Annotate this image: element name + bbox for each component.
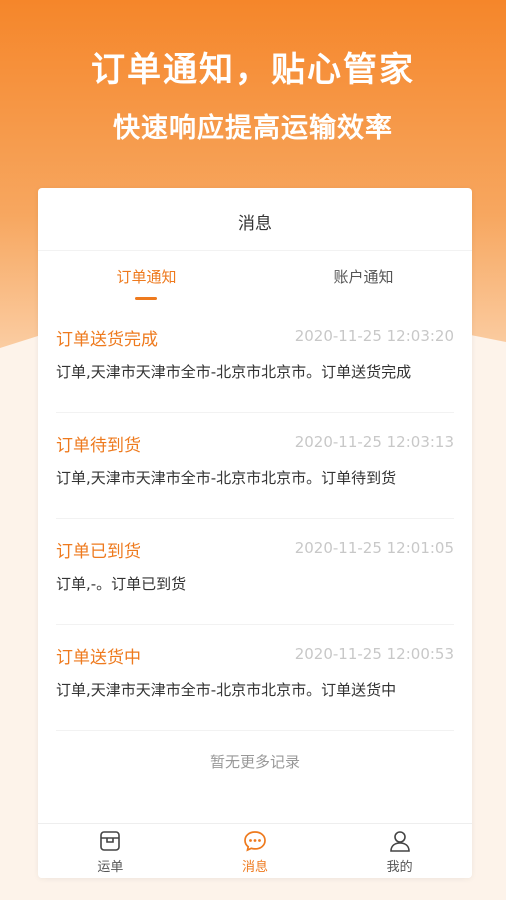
active-tab-indicator — [135, 297, 157, 300]
page-title: 消息 — [38, 188, 472, 251]
hero-subtitle: 快速响应提高运输效率 — [113, 113, 393, 144]
message-title: 订单送货中 — [56, 648, 141, 668]
message-time: 2020-11-25 12:00:53 — [294, 645, 454, 663]
message-body: 订单,天津市天津市全市-北京市北京市。订单待到货 — [56, 469, 397, 487]
message-item[interactable]: 订单送货完成 2020-11-25 12:03:20 订单,天津市天津市全市-北… — [56, 307, 454, 413]
tabbar-label: 消息 — [242, 860, 269, 875]
no-more-records: 暂无更多记录 — [209, 753, 300, 771]
message-title: 订单送货完成 — [56, 330, 158, 350]
tabbar-label: 我的 — [386, 860, 413, 875]
message-title: 订单已到货 — [56, 542, 141, 562]
message-body: 订单,天津市天津市全市-北京市北京市。订单送货完成 — [56, 363, 412, 381]
message-time: 2020-11-25 12:03:20 — [294, 327, 454, 345]
message-body: 订单,天津市天津市全市-北京市北京市。订单送货中 — [56, 681, 397, 699]
hero-title: 订单通知，贴心管家 — [91, 50, 415, 90]
tabbar-item-mine[interactable]: 我的 — [327, 824, 472, 878]
bottom-tab-bar: 运单 消息 我的 — [38, 823, 472, 878]
chat-icon — [244, 831, 266, 852]
message-item[interactable]: 订单待到货 2020-11-25 12:03:13 订单,天津市天津市全市-北京… — [56, 413, 454, 519]
tabbar-label: 运单 — [97, 860, 124, 875]
message-title: 订单待到货 — [56, 436, 141, 456]
message-time: 2020-11-25 12:03:13 — [294, 433, 454, 451]
user-icon — [389, 831, 410, 852]
message-item[interactable]: 订单送货中 2020-11-25 12:00:53 订单,天津市天津市全市-北京… — [56, 625, 454, 731]
waybill-icon — [100, 831, 121, 851]
tabbar-item-messages[interactable]: 消息 — [183, 824, 328, 878]
message-body: 订单,-。订单已到货 — [56, 575, 187, 593]
tab-account-notice[interactable]: 账户通知 — [255, 251, 472, 307]
message-list: 订单送货完成 2020-11-25 12:03:20 订单,天津市天津市全市-北… — [56, 307, 454, 731]
message-item[interactable]: 订单已到货 2020-11-25 12:01:05 订单,-。订单已到货 — [56, 519, 454, 625]
tabbar-item-waybill[interactable]: 运单 — [38, 824, 183, 878]
message-time: 2020-11-25 12:01:05 — [294, 539, 454, 557]
messages-card: 消息 订单通知 账户通知 订单送货完成 2020-11-25 12:03:20 … — [38, 188, 472, 878]
message-tabs: 订单通知 账户通知 — [38, 251, 472, 307]
